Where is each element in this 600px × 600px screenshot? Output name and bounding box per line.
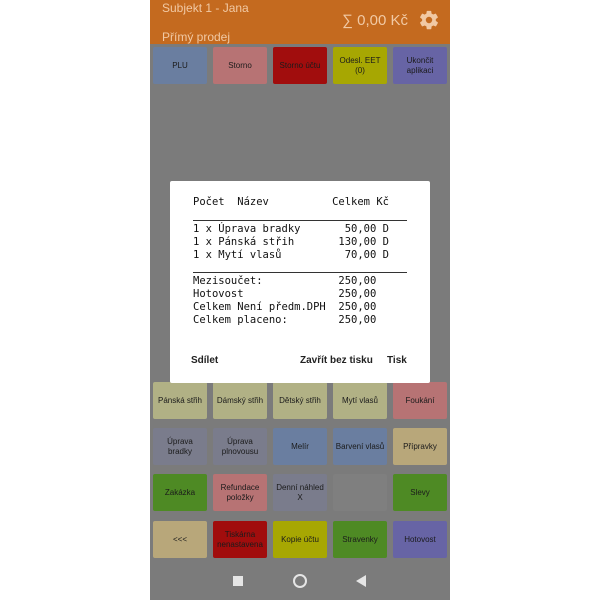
- receipt-header: Počet Název Celkem Kč: [193, 196, 389, 208]
- plu-button-damsky-strih[interactable]: Dámský střih: [213, 382, 267, 419]
- refund-item-button[interactable]: Refundace položky: [213, 474, 267, 511]
- receipt-item: 1 x Pánská střih 130,00 D: [193, 236, 389, 248]
- plu-button-pripravky[interactable]: Přípravky: [393, 428, 447, 465]
- storno-button[interactable]: Storno: [213, 47, 267, 84]
- receipt-subtotal: Mezisoučet: 250,00: [193, 275, 377, 287]
- plu-button-barveni-vlasu[interactable]: Barvení vlasů: [333, 428, 387, 465]
- plu-button-panska-strih[interactable]: Pánská střih: [153, 382, 207, 419]
- receipt-item: 1 x Mytí vlasů 70,00 D: [193, 249, 389, 261]
- cash-button[interactable]: Hotovost: [393, 521, 447, 558]
- receipt-copy-button[interactable]: Kopie účtu: [273, 521, 327, 558]
- receipt-vat-exempt-total: Celkem Není předm.DPH 250,00: [193, 301, 377, 313]
- close-without-print-button[interactable]: Zavřít bez tisku: [300, 355, 373, 366]
- plu-button-foukani[interactable]: Foukání: [393, 382, 447, 419]
- printer-not-set-button[interactable]: Tiskárna nenastavena: [213, 521, 267, 558]
- daily-preview-x-button[interactable]: Denní náhled X: [273, 474, 327, 511]
- phone-screen: Subjekt 1 - Jana Přímý prodej ∑ 0,00 Kč …: [150, 0, 450, 600]
- system-nav-bar: [150, 563, 450, 600]
- receipt-paid-total: Celkem placeno: 250,00: [193, 314, 377, 326]
- order-button[interactable]: Zakázka: [153, 474, 207, 511]
- app-subtitle: Přímý prodej: [162, 30, 231, 44]
- print-button[interactable]: Tisk: [387, 355, 407, 366]
- plu-button-myti-vlasu[interactable]: Mytí vlasů: [333, 382, 387, 419]
- exit-app-button[interactable]: Ukončit aplikaci: [393, 47, 447, 84]
- receipt-divider: [193, 272, 407, 273]
- receipt-cash: Hotovost 250,00: [193, 288, 377, 300]
- app-title: Subjekt 1 - Jana: [162, 1, 249, 15]
- triangle-icon[interactable]: [356, 575, 366, 587]
- plu-button-uprava-bradky[interactable]: Úprava bradky: [153, 428, 207, 465]
- send-eet-button[interactable]: Odesl. EET (0): [333, 47, 387, 84]
- app-bar: Subjekt 1 - Jana Přímý prodej ∑ 0,00 Kč: [150, 0, 450, 44]
- plu-button[interactable]: PLU: [153, 47, 207, 84]
- meal-vouchers-button[interactable]: Stravenky: [333, 521, 387, 558]
- storno-uctu-button[interactable]: Storno účtu: [273, 47, 327, 84]
- receipt-dialog: Počet Název Celkem Kč 1 x Úprava bradky …: [170, 181, 430, 383]
- plu-button-detsky-strih[interactable]: Dětský střih: [273, 382, 327, 419]
- receipt-item: 1 x Úprava bradky 50,00 D: [193, 223, 389, 235]
- receipt-divider: [193, 220, 407, 221]
- square-icon[interactable]: [233, 576, 243, 586]
- discounts-button[interactable]: Slevy: [393, 474, 447, 511]
- empty-button[interactable]: [333, 474, 387, 511]
- gear-icon[interactable]: [418, 9, 440, 31]
- circle-icon[interactable]: [292, 573, 308, 589]
- share-button[interactable]: Sdílet: [191, 355, 218, 366]
- plu-button-melir[interactable]: Melír: [273, 428, 327, 465]
- total-amount: ∑ 0,00 Kč: [342, 12, 408, 29]
- back-page-button[interactable]: <<<: [153, 521, 207, 558]
- plu-button-uprava-plnovousu[interactable]: Úprava plnovousu: [213, 428, 267, 465]
